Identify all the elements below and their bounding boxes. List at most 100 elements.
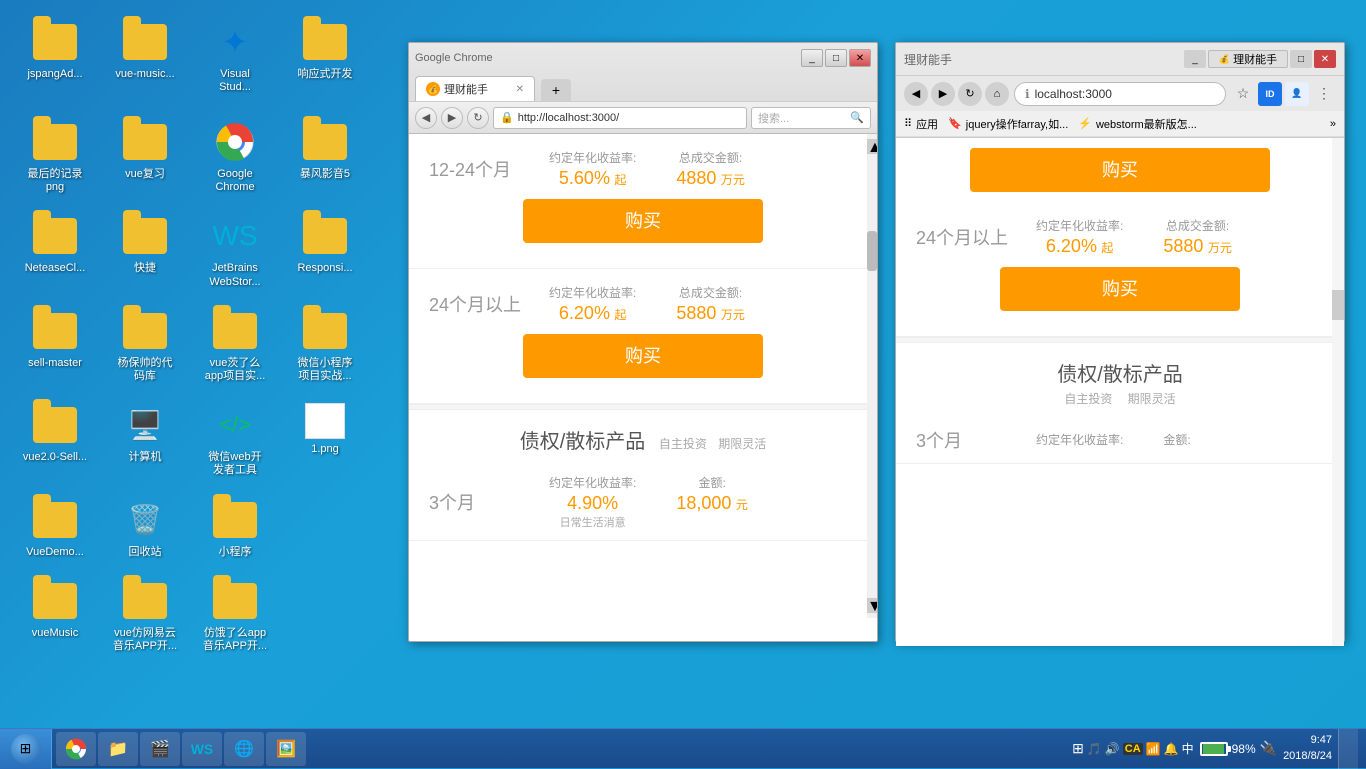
browser2-close[interactable]: ✕	[1314, 50, 1336, 68]
browser2-back[interactable]: ◀	[904, 82, 928, 106]
icon-netease[interactable]: NeteaseCl...	[15, 209, 95, 293]
browser2-tab-button[interactable]: 💰 理财能手	[1208, 50, 1288, 68]
jquery-bookmark[interactable]: 🔖 jquery操作farray,如...	[948, 116, 1068, 132]
icon-vue-app[interactable]: vue茨了么app项目实...	[195, 304, 275, 388]
icon-vue-music[interactable]: vue-music...	[105, 15, 185, 105]
webstorm-bookmark[interactable]: ⚡ webstorm最新版怎...	[1078, 116, 1197, 132]
product-term-12-24: 12-24个月	[429, 156, 549, 182]
forward-button[interactable]: ▶	[441, 107, 463, 129]
icon-last-record[interactable]: 最后的记录png	[15, 115, 95, 199]
right-category-tags: 自主投资 期限灵活	[916, 390, 1324, 407]
product-row-24plus: 24个月以上 约定年化收益率: 6.20% 起 总成交金额:	[429, 284, 857, 324]
product-row-12-24: 12-24个月 约定年化收益率: 5.60% 起 总成交金额:	[429, 149, 857, 189]
right-product-row-3mo: 3个月 约定年化收益率: 金额:	[916, 427, 1324, 453]
taskbar-chrome[interactable]	[56, 732, 96, 766]
right-amount-stat-24plus: 总成交金额: 5880 万元	[1163, 217, 1232, 257]
taskbar-media[interactable]: 🎬	[140, 732, 180, 766]
icon-vue20[interactable]: vue2.0-Sell...	[15, 398, 95, 482]
icon-wechat-dev[interactable]: </> 微信web开发者工具	[195, 398, 275, 482]
buy-button-24plus[interactable]: 购买	[523, 334, 763, 378]
icon-visual-studio[interactable]: ✦ VisualStud...	[195, 15, 275, 105]
apps-bookmark[interactable]: ⠿ 应用	[904, 116, 938, 132]
icon-google-chrome[interactable]: GoogleChrome	[195, 115, 275, 199]
browser2-extension-2[interactable]: 👤	[1285, 82, 1309, 106]
scroll-up-button[interactable]: ▲	[867, 139, 877, 154]
tab-favicon: 💰	[426, 82, 440, 96]
taskbar-photo[interactable]: 🖼️	[266, 732, 306, 766]
buy-button-12-24[interactable]: 购买	[523, 199, 763, 243]
right-product-term-24plus: 24个月以上	[916, 224, 1036, 250]
battery-icon	[1200, 742, 1228, 756]
scroll-down-button[interactable]: ▼	[867, 598, 877, 613]
taskbar-ie[interactable]: 🌐	[224, 732, 264, 766]
icon-computer[interactable]: 🖥️ 计算机	[105, 398, 185, 482]
browser2-forward[interactable]: ▶	[931, 82, 955, 106]
icon-wechat-mini[interactable]: 微信小程序项目实战...	[285, 304, 365, 388]
icon-sell-master[interactable]: sell-master	[15, 304, 95, 388]
taskbar-explorer[interactable]: 📁	[98, 732, 138, 766]
battery-area: 98% 🔌	[1200, 740, 1277, 757]
back-button[interactable]: ◀	[415, 107, 437, 129]
browser2-restore[interactable]: □	[1290, 50, 1312, 68]
start-button[interactable]: ⊞	[0, 729, 52, 769]
browser2-extension-1[interactable]: ID	[1258, 82, 1282, 106]
icon-mini-program[interactable]: 小程序	[195, 493, 275, 564]
browser1-title-text: Google Chrome	[415, 52, 493, 64]
icon-jspangad[interactable]: jspangAd...	[15, 15, 95, 105]
address-bar[interactable]: 🔒 http://localhost:3000/	[493, 107, 747, 129]
bookmarks-expand[interactable]: »	[1330, 118, 1336, 130]
browser2-addressbar: ◀ ▶ ↻ ⌂ ℹ localhost:3000 ☆ ID 👤 ⋮	[896, 75, 1344, 111]
browser2-home[interactable]: ⌂	[985, 82, 1009, 106]
search-bar[interactable]: 搜索... 🔍	[751, 107, 871, 129]
icon-shortcut[interactable]: 快捷	[105, 209, 185, 293]
browser2-address-bar[interactable]: ℹ localhost:3000	[1014, 82, 1226, 106]
browser2-scrollbar[interactable]	[1332, 138, 1344, 646]
media-taskbar-icon: 🎬	[148, 737, 172, 761]
icon-recycle[interactable]: 🗑️ 回收站	[105, 493, 185, 564]
icon-vue-music2[interactable]: vueMusic	[15, 574, 95, 658]
icon-vue-review[interactable]: vue复习	[105, 115, 185, 199]
taskbar-system-tray: ⊞ 🎵 🔊 CA 📶 🔔 中 98% 🔌 9:47 2018/8/24	[1064, 729, 1366, 769]
browser2-app-title: 理财能手	[904, 51, 952, 68]
icon-webstorm[interactable]: WS JetBrainsWebStor...	[195, 209, 275, 293]
browser2-refresh[interactable]: ↻	[958, 82, 982, 106]
show-desktop-button[interactable]	[1338, 729, 1358, 769]
tab-licai[interactable]: 💰 理财能手 ✕	[415, 76, 535, 101]
icon-baofeng[interactable]: 暴风影音5	[285, 115, 365, 199]
star-icon[interactable]: ☆	[1231, 82, 1255, 106]
maximize-button[interactable]: □	[825, 49, 847, 67]
menu-icon[interactable]: ⋮	[1312, 82, 1336, 106]
scrollbar-thumb[interactable]	[867, 231, 877, 271]
minimize-button[interactable]: _	[801, 49, 823, 67]
icon-1png[interactable]: 1.png	[285, 398, 365, 482]
top-buy-button[interactable]: 购买	[970, 148, 1270, 192]
new-tab-button[interactable]: +	[541, 79, 571, 101]
browser2-scrollbar-thumb[interactable]	[1332, 290, 1344, 320]
browser2-win-controls: _ 💰 理财能手 □ ✕	[1184, 50, 1336, 68]
tab-label: 理财能手	[444, 81, 488, 97]
taskbar-webstorm[interactable]: WS	[182, 732, 222, 766]
taskbar-items: 📁 🎬 WS 🌐 🖼️	[52, 732, 1064, 766]
tray-icon-volume: 🔔	[1164, 742, 1179, 756]
icon-responsive[interactable]: 响应式开发	[285, 15, 365, 105]
photo-taskbar-icon: 🖼️	[274, 737, 298, 761]
refresh-button[interactable]: ↻	[467, 107, 489, 129]
right-rate-stat-24plus: 约定年化收益率: 6.20% 起	[1036, 217, 1123, 257]
icon-vue-wyy[interactable]: vue仿网易云音乐APP开...	[105, 574, 185, 658]
icon-responsi[interactable]: Responsi...	[285, 209, 365, 293]
browser1-scrollbar[interactable]: ▲ ▼	[867, 134, 877, 618]
icon-eleme[interactable]: 仿饿了么app音乐APP开...	[195, 574, 275, 658]
product-stats-3mo: 约定年化收益率: 4.90% 日常生活消意 金额: 18,000	[549, 474, 748, 530]
icon-yang-code[interactable]: 杨保帅的代码库	[105, 304, 185, 388]
lock-icon: 🔒	[500, 111, 514, 124]
close-button[interactable]: ✕	[849, 49, 871, 67]
clock-area: 9:47 2018/8/24	[1283, 733, 1332, 764]
browser2-minimize[interactable]: _	[1184, 50, 1206, 68]
browser2-toolbar-right: ☆ ID 👤 ⋮	[1231, 82, 1336, 106]
icon-vue-demo[interactable]: VueDemo...	[15, 493, 95, 564]
tab-close-icon[interactable]: ✕	[516, 84, 524, 95]
product-category: 债权/散标产品 自主投资 期限灵活	[409, 410, 877, 459]
right-buy-button-24plus[interactable]: 购买	[1000, 267, 1240, 311]
info-icon: ℹ	[1025, 87, 1030, 101]
right-amount-stat-3mo: 金额:	[1163, 431, 1190, 450]
